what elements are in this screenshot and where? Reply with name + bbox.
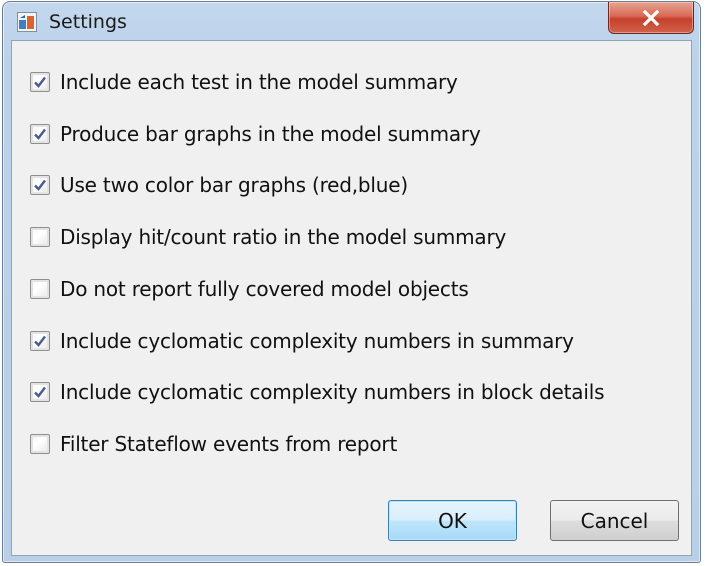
option-label: Include each test in the model summary	[60, 70, 458, 94]
checkbox[interactable]	[30, 227, 50, 247]
checkmark-icon	[34, 335, 46, 347]
option-row[interactable]: Include each test in the model summary	[30, 67, 458, 97]
checkmark-icon	[34, 128, 46, 140]
option-label: Include cyclomatic complexity numbers in…	[60, 380, 605, 404]
app-icon	[17, 12, 37, 32]
checkbox[interactable]	[30, 279, 50, 299]
option-label: Use two color bar graphs (red,blue)	[60, 173, 408, 197]
option-label: Include cyclomatic complexity numbers in…	[60, 329, 574, 353]
checkbox[interactable]	[30, 331, 50, 351]
window-title: Settings	[49, 11, 127, 33]
ok-button[interactable]: OK	[388, 500, 517, 541]
checkmark-icon	[34, 386, 46, 398]
option-label: Do not report fully covered model object…	[60, 277, 469, 301]
option-label: Display hit/count ratio in the model sum…	[60, 225, 507, 249]
close-icon	[642, 9, 660, 26]
option-row[interactable]: Produce bar graphs in the model summary	[30, 119, 481, 149]
checkbox[interactable]	[30, 434, 50, 454]
dialog-body: Include each test in the model summary Pr…	[11, 40, 692, 556]
option-row[interactable]: Include cyclomatic complexity numbers in…	[30, 326, 574, 356]
option-row[interactable]: Filter Stateflow events from report	[30, 429, 397, 459]
checkbox[interactable]	[30, 175, 50, 195]
checkmark-icon	[34, 76, 46, 88]
option-label: Produce bar graphs in the model summary	[60, 122, 481, 146]
option-row[interactable]: Use two color bar graphs (red,blue)	[30, 170, 408, 200]
option-row[interactable]: Include cyclomatic complexity numbers in…	[30, 377, 605, 407]
title-bar[interactable]: Settings	[3, 2, 700, 36]
checkbox[interactable]	[30, 382, 50, 402]
close-button[interactable]	[608, 2, 694, 34]
cancel-button[interactable]: Cancel	[550, 500, 679, 541]
option-row[interactable]: Display hit/count ratio in the model sum…	[30, 222, 506, 252]
checkmark-icon	[34, 179, 46, 191]
checkbox[interactable]	[30, 124, 50, 144]
option-row[interactable]: Do not report fully covered model object…	[30, 274, 469, 304]
settings-dialog: Settings Include each test in the model …	[2, 1, 701, 563]
option-label: Filter Stateflow events from report	[60, 432, 398, 456]
checkbox[interactable]	[30, 72, 50, 92]
